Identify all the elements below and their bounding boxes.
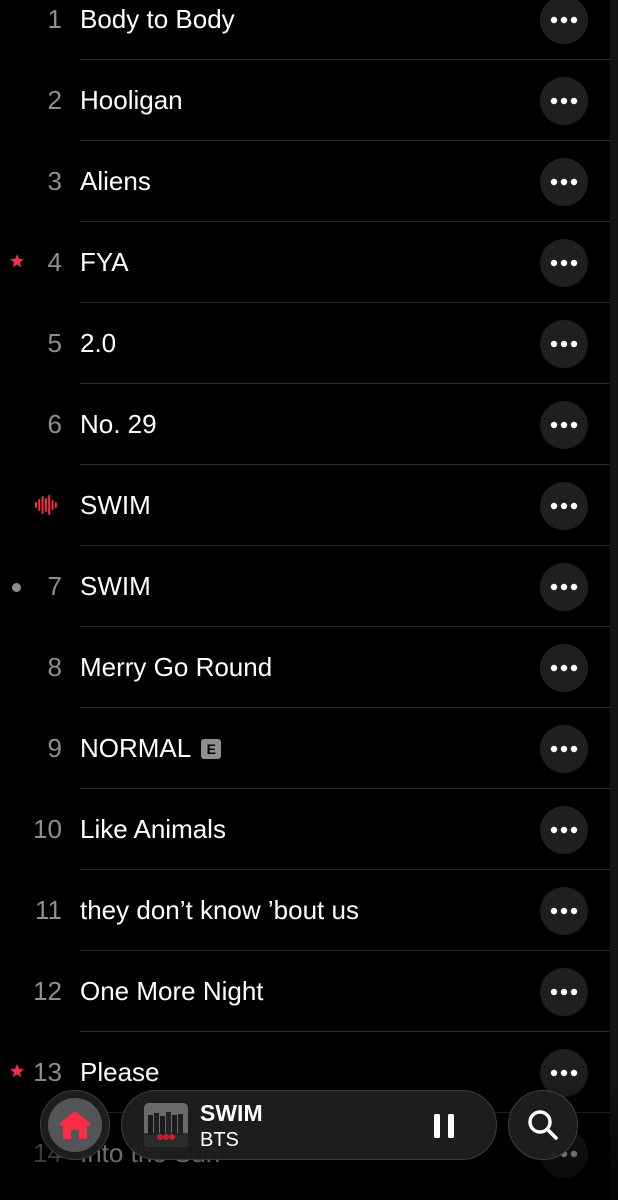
more-options-button[interactable] [540,887,588,935]
more-options-button[interactable] [540,806,588,854]
track-row[interactable]: 7 SWIM [12,546,610,627]
track-row[interactable]: 1 Body to Body [48,0,610,60]
ellipsis-icon [550,664,578,672]
track-title: SWIM [80,546,151,626]
track-number: 7 [47,571,62,601]
track-title: Like Animals [80,789,226,869]
track-title-text: Like Animals [80,814,226,844]
track-title-text: Hooligan [80,85,183,115]
explicit-badge: E [201,739,222,759]
ellipsis-icon [550,259,578,267]
more-options-button[interactable] [540,563,588,611]
track-row[interactable]: 3 Aliens [48,141,610,222]
track-title: Aliens [80,141,151,221]
now-playing-artist: BTS [200,1129,239,1151]
album-track-list-screen: 1 Body to Body 2 Hooligan 3 Aliens 4 FYA 5 2.0 6 No… [0,0,618,1200]
track-title-text: SWIM [80,490,151,520]
ellipsis-icon [550,907,578,915]
search-icon [528,1110,558,1140]
track-title-text: Aliens [80,166,151,196]
more-options-button[interactable] [540,482,588,530]
track-number: 3 [47,166,62,196]
ellipsis-icon [550,988,578,996]
pause-icon[interactable] [431,1112,457,1140]
track-row[interactable]: 5 2.0 [48,303,610,384]
now-playing-title: SWIM [200,1100,263,1126]
ellipsis-icon [550,745,578,753]
more-options-button[interactable] [540,239,588,287]
ellipsis-icon [550,340,578,348]
track-row[interactable]: 10 Like Animals [33,789,610,870]
track-number: 10 [33,814,62,844]
track-title: Merry Go Round [80,627,272,707]
ellipsis-icon [550,421,578,429]
ellipsis-icon [550,178,578,186]
track-row[interactable]: SWIM [35,465,610,546]
track-title: Hooligan [80,60,183,140]
track-title-text: 2.0 [80,328,117,358]
track-title-text: Body to Body [80,4,235,34]
track-list: 1 Body to Body 2 Hooligan 3 Aliens 4 FYA 5 2.0 6 No… [0,0,610,1193]
track-number: 11 [35,895,62,925]
track-title: No. 29 [80,384,157,464]
home-icon [59,1111,91,1139]
track-title: Body to Body [80,0,235,59]
track-row[interactable]: 11 they don’t know ’bout us [35,870,610,951]
mini-player[interactable]: SWIM BTS [121,1090,497,1160]
track-number: 9 [47,733,62,763]
track-number: 1 [47,4,62,34]
track-number: 2 [47,85,62,115]
track-number: 5 [47,328,62,358]
more-options-button[interactable] [540,401,588,449]
track-title-text: One More Night [80,976,264,1006]
ellipsis-icon [550,97,578,105]
home-button[interactable] [40,1090,110,1160]
track-row[interactable]: 8 Merry Go Round [48,627,610,708]
track-row[interactable]: 4 FYA [10,222,610,303]
track-row[interactable]: 9 NORMAL E [48,708,610,789]
more-options-button[interactable] [540,77,588,125]
track-title: 2.0 [80,303,116,383]
track-number: 8 [47,652,62,682]
more-options-button[interactable] [540,968,588,1016]
track-title-text: No. 29 [80,409,157,439]
track-row[interactable]: 12 One More Night [33,951,610,1032]
track-title: One More Night [80,951,264,1031]
more-options-button[interactable] [540,0,588,44]
track-title: FYA [80,222,129,302]
bottom-bar: SWIM BTS [0,1086,618,1166]
track-title: SWIM [80,465,151,545]
track-row[interactable]: 2 Hooligan [48,60,610,141]
track-row[interactable]: 6 No. 29 [48,384,610,465]
track-title-text: SWIM [80,571,151,601]
track-number: 4 [47,247,62,277]
track-number: 6 [47,409,62,439]
track-title-text: Merry Go Round [80,652,273,682]
ellipsis-icon [550,583,578,591]
more-options-button[interactable] [540,644,588,692]
more-options-button[interactable] [540,320,588,368]
track-title-text: they don’t know ’bout us [80,895,359,925]
waveform-icon [35,495,57,515]
more-options-button[interactable] [540,158,588,206]
home-button-highlight [48,1098,102,1152]
ellipsis-icon [550,826,578,834]
ellipsis-icon [550,16,578,24]
ellipsis-icon [550,502,578,510]
track-title: NORMAL E [80,708,222,788]
album-artwork [144,1103,188,1147]
track-number: 12 [33,976,62,1006]
track-title-text: NORMAL [80,733,192,763]
track-title: they don’t know ’bout us [80,870,359,950]
track-title-text: FYA [80,247,129,277]
more-options-button[interactable] [540,725,588,773]
search-button[interactable] [508,1090,578,1160]
scroll-edge [610,0,618,1200]
